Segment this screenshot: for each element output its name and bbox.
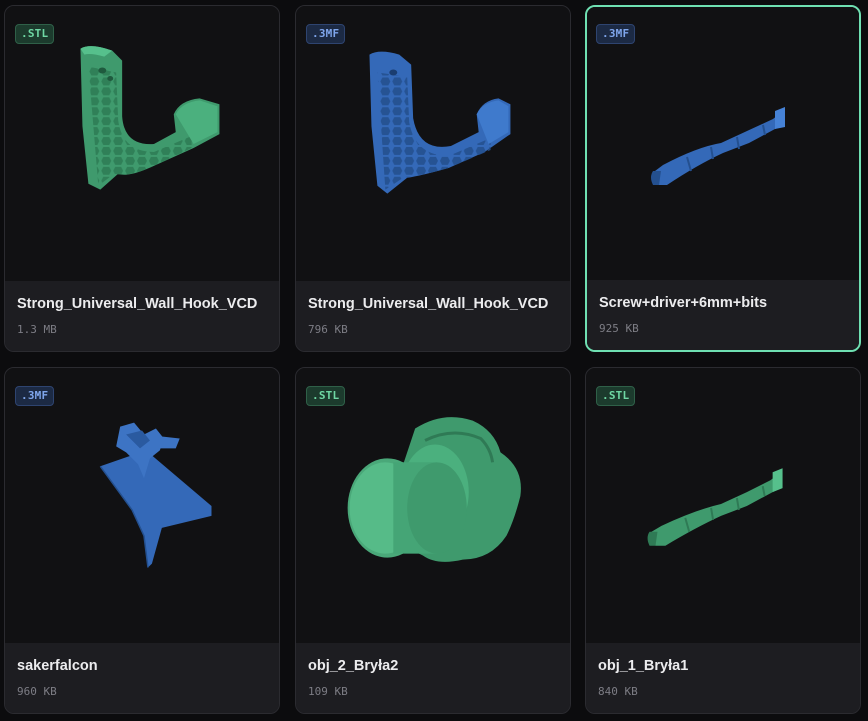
format-badge: .STL xyxy=(15,24,55,44)
format-badge: .STL xyxy=(596,386,636,406)
wall-hook-model-thumbnail xyxy=(80,46,220,190)
wall-hook-model-thumbnail xyxy=(369,51,511,194)
format-badge: .3MF xyxy=(15,386,55,406)
file-info: Strong_Universal_Wall_Hook_VCD 1.3 MB xyxy=(5,281,279,351)
screwdriver-model-thumbnail xyxy=(651,107,785,185)
file-info: Strong_Universal_Wall_Hook_VCD 796 KB xyxy=(296,281,570,351)
file-card[interactable]: .STL obj_2_Bryła2 109 KB xyxy=(295,367,571,714)
file-card[interactable]: .STL Strong_Universal_Wall_Hook_VCD 1.3 … xyxy=(4,5,280,352)
model-preview xyxy=(296,6,570,281)
file-name: Strong_Universal_Wall_Hook_VCD xyxy=(17,296,258,312)
file-info: sakerfalcon 960 KB xyxy=(5,643,279,713)
model-preview xyxy=(5,368,279,643)
sakerfalcon-model-thumbnail xyxy=(99,422,212,568)
file-name: sakerfalcon xyxy=(17,658,98,674)
file-info: obj_2_Bryła2 109 KB xyxy=(296,643,570,713)
file-card[interactable]: .3MF Screw+driver+6mm+bits 925 KB xyxy=(585,5,861,352)
file-size: 960 KB xyxy=(17,685,57,698)
file-name: Screw+driver+6mm+bits xyxy=(599,295,768,311)
file-name: obj_2_Bryła2 xyxy=(308,658,399,674)
file-card[interactable]: .3MF sakerfalcon 960 KB xyxy=(4,367,280,714)
file-size: 109 KB xyxy=(308,685,348,698)
file-card[interactable]: .STL obj_1_Bryła1 840 KB xyxy=(585,367,861,714)
knob-model-thumbnail xyxy=(347,417,521,562)
file-size: 925 KB xyxy=(599,322,639,335)
file-grid: .STL Strong_Universal_Wall_Hook_VCD 1.3 … xyxy=(0,0,868,721)
file-size: 1.3 MB xyxy=(17,323,57,336)
format-badge: .3MF xyxy=(306,24,346,44)
model-preview xyxy=(5,6,279,281)
model-preview xyxy=(296,368,570,643)
file-size: 796 KB xyxy=(308,323,348,336)
model-preview xyxy=(587,7,859,280)
format-badge: .STL xyxy=(306,386,346,406)
file-card[interactable]: .3MF Strong_Universal_Wall_Hook_VCD 796 … xyxy=(295,5,571,352)
format-badge: .3MF xyxy=(596,24,636,44)
file-info: Screw+driver+6mm+bits 925 KB xyxy=(587,280,859,350)
file-name: obj_1_Bryła1 xyxy=(598,658,689,674)
file-info: obj_1_Bryła1 840 KB xyxy=(586,643,860,713)
file-name: Strong_Universal_Wall_Hook_VCD xyxy=(308,296,549,312)
file-size: 840 KB xyxy=(598,685,638,698)
model-preview xyxy=(586,368,860,643)
screwdriver-model-thumbnail xyxy=(647,468,783,546)
